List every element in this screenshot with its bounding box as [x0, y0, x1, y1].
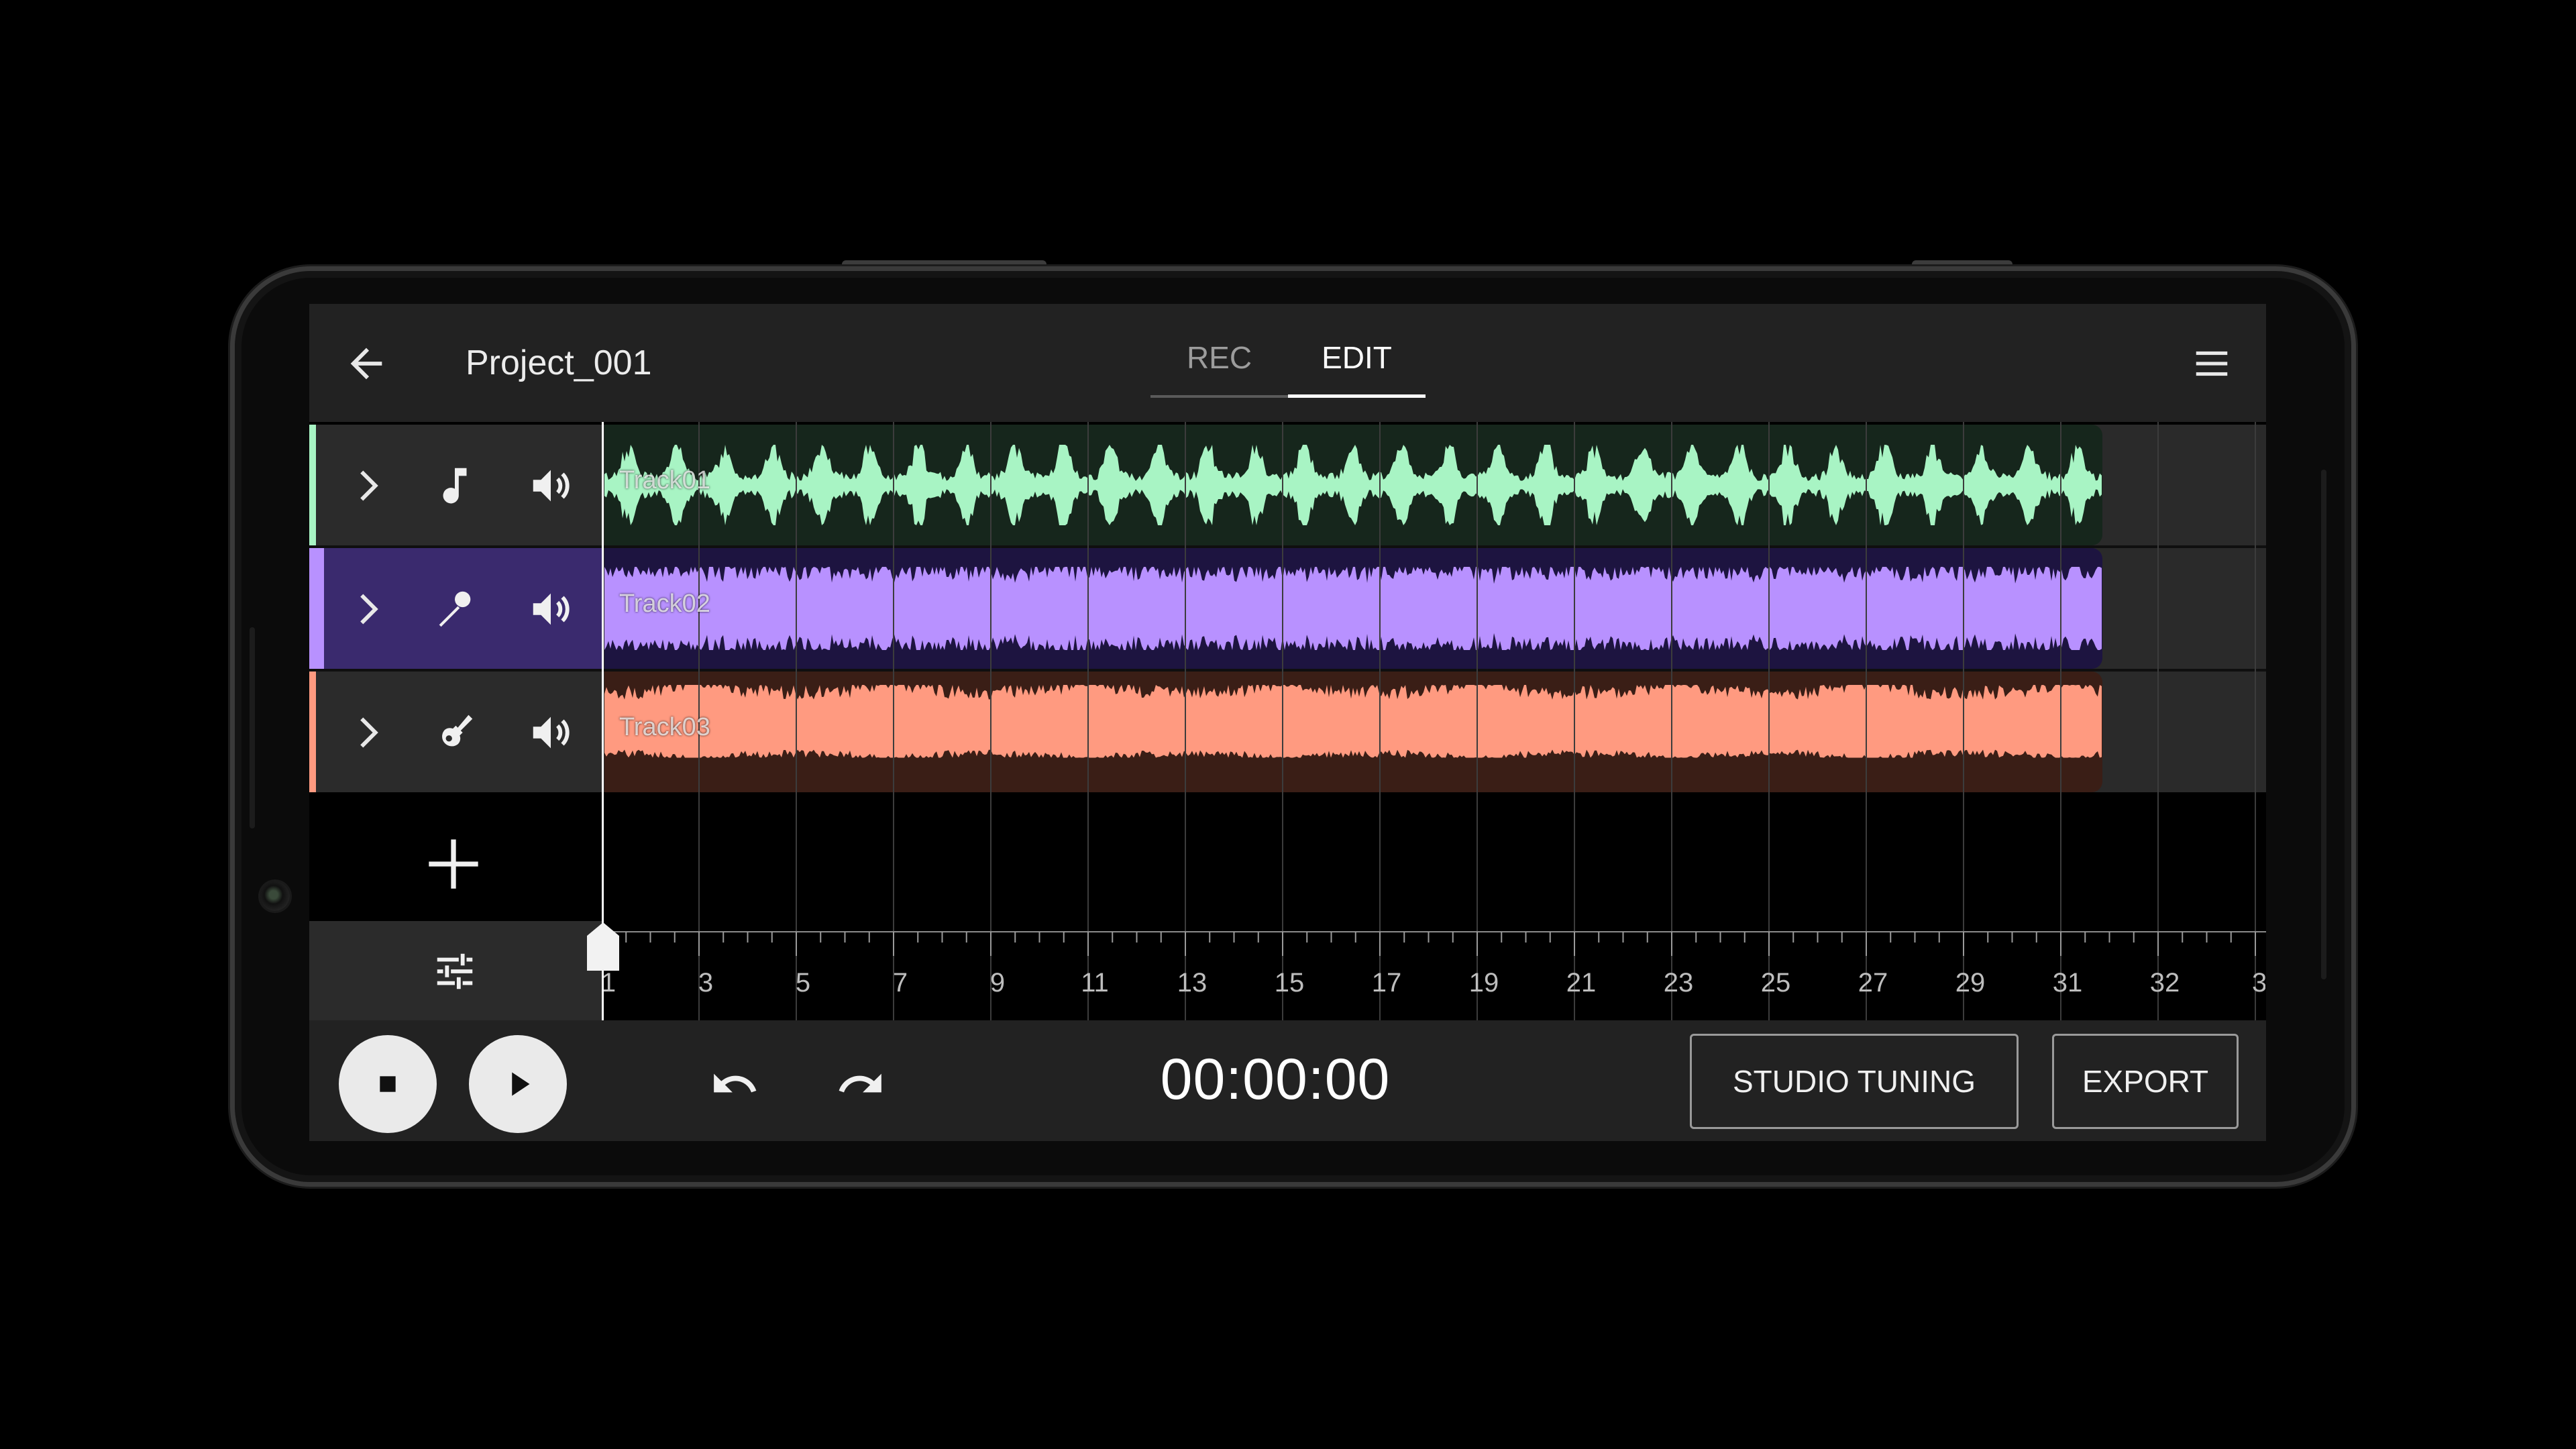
beat-grid	[602, 422, 2266, 1020]
track-color-strip	[309, 425, 316, 545]
export-button[interactable]: EXPORT	[2052, 1034, 2239, 1129]
ruler-label: 31	[2052, 968, 2083, 998]
project-title: Project_001	[466, 343, 652, 382]
phone-side-sensor-right	[2321, 470, 2326, 979]
music-note-icon[interactable]	[431, 462, 478, 509]
speaker-icon[interactable]	[527, 462, 574, 509]
expand-chevron-icon[interactable]	[344, 709, 391, 756]
timecode-display: 00:00:00	[1160, 1047, 1391, 1112]
mixer-panel	[309, 921, 602, 1020]
mixer-sliders-icon[interactable]	[430, 948, 480, 995]
ruler-label: 21	[1566, 968, 1597, 998]
phone-side-sensor	[250, 627, 255, 828]
ruler-label: 13	[1177, 968, 1208, 998]
ruler-label: 32	[2149, 968, 2180, 998]
expand-chevron-icon[interactable]	[344, 586, 391, 633]
front-camera	[260, 881, 290, 911]
ruler-label: 25	[1760, 968, 1791, 998]
track-header-3	[309, 672, 602, 792]
ruler-label: 9	[989, 968, 1006, 998]
top-bar: Project_001 REC EDIT	[309, 304, 2266, 422]
stop-icon	[380, 1076, 396, 1092]
expand-chevron-icon[interactable]	[344, 462, 391, 509]
transport-bar: 00:00:00 STUDIO TUNING EXPORT	[309, 1020, 2266, 1141]
mode-tabs: REC EDIT	[1150, 331, 1426, 398]
playhead-handle[interactable]	[584, 920, 622, 973]
ruler-label: 27	[1858, 968, 1888, 998]
ruler-label: 29	[1955, 968, 1986, 998]
ruler-label: 5	[795, 968, 811, 998]
ruler-label: 3	[698, 968, 714, 998]
stop-button[interactable]	[339, 1035, 437, 1133]
speaker-icon[interactable]	[527, 709, 574, 756]
add-track-plus-icon[interactable]	[417, 827, 490, 901]
ruler-label: 17	[1371, 968, 1402, 998]
play-button[interactable]	[469, 1035, 567, 1133]
ruler-label: 15	[1274, 968, 1305, 998]
studio-tuning-button[interactable]: STUDIO TUNING	[1690, 1034, 2019, 1129]
tab-rec[interactable]: REC	[1150, 331, 1288, 398]
guitar-icon[interactable]	[431, 709, 478, 756]
ruler-label: 19	[1468, 968, 1499, 998]
clip-name: Track02	[619, 590, 710, 618]
back-arrow-icon[interactable]	[343, 340, 390, 387]
app-screen: Project_001 REC EDIT Track01 Track02 Tra…	[309, 304, 2266, 1141]
track-header-1	[309, 425, 602, 545]
tab-edit[interactable]: EDIT	[1288, 331, 1426, 398]
track-header-2	[309, 548, 602, 669]
ruler-label: 7	[892, 968, 908, 998]
ruler-label: 23	[1663, 968, 1694, 998]
microphone-icon[interactable]	[431, 586, 478, 633]
ruler-label: 3	[2252, 968, 2265, 998]
play-icon	[512, 1072, 530, 1096]
speaker-icon[interactable]	[527, 586, 574, 633]
track-color-strip	[309, 548, 324, 669]
hamburger-menu-icon[interactable]	[2191, 343, 2233, 384]
track-color-strip	[309, 672, 316, 792]
clip-name: Track01	[619, 466, 710, 494]
undo-icon[interactable]	[710, 1059, 759, 1109]
clip-name: Track03	[619, 713, 710, 741]
ruler-label: 11	[1081, 968, 1109, 998]
redo-icon[interactable]	[836, 1059, 885, 1109]
